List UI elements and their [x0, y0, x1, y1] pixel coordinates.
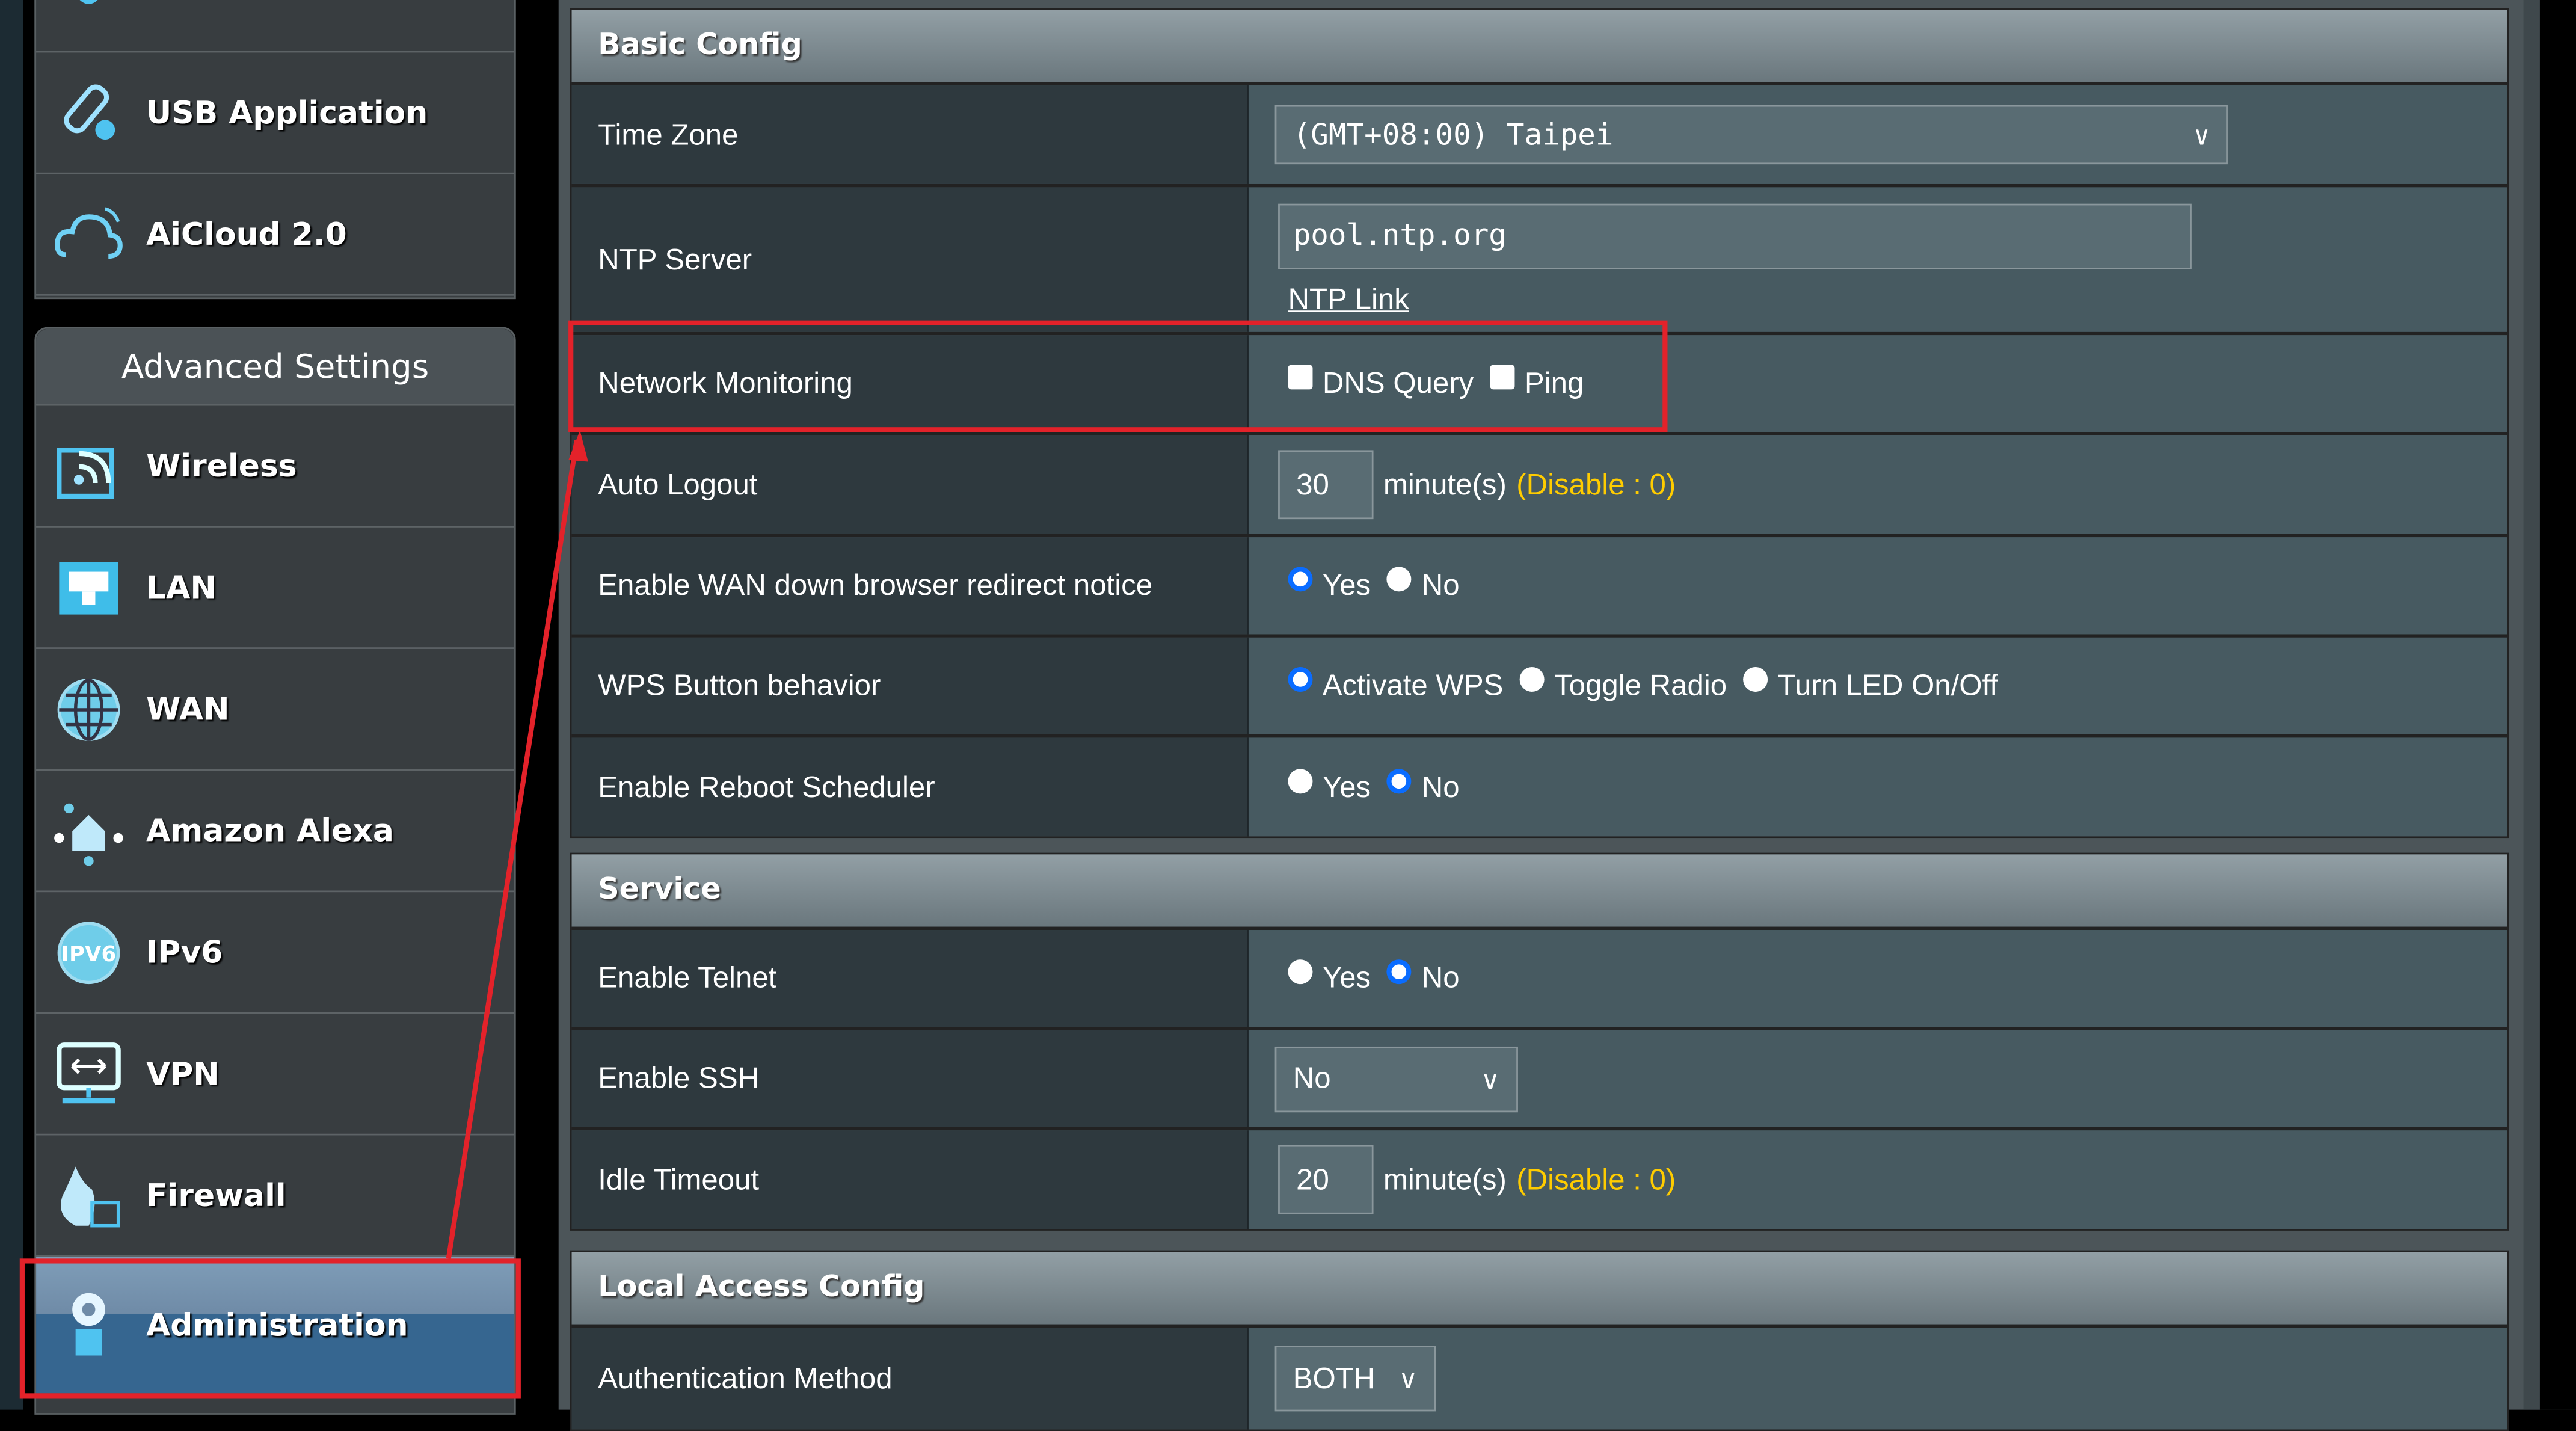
sidebar-item-label: Amazon Alexa [146, 813, 394, 850]
right-edge [2539, 0, 2576, 1410]
sidebar-item-wireless[interactable]: Wireless [36, 406, 514, 528]
advanced-settings-menu: Advanced Settings Wireless LAN WAN Amazo… [34, 327, 516, 1415]
telnet-yes-radio[interactable]: Yes [1288, 959, 1371, 996]
row-label: Network Monitoring [571, 335, 1249, 432]
row-label: Idle Timeout [571, 1130, 1249, 1229]
sidebar-item-label: Wireless [146, 448, 297, 485]
globe-icon [57, 679, 120, 741]
row-label: Auto Logout [571, 435, 1249, 534]
advanced-settings-title: Advanced Settings [36, 328, 514, 406]
sidebar-item-label: WAN [146, 691, 230, 728]
dns-query-checkbox[interactable]: DNS Query [1288, 365, 1474, 401]
sidebar-item-ipv6[interactable]: IPV6 IPv6 [36, 892, 514, 1014]
row-label: Enable Telnet [571, 930, 1249, 1027]
ssh-row: Enable SSH No ∨ [571, 1030, 2507, 1131]
network-monitoring-row: Network Monitoring DNS Query Ping [571, 335, 2507, 435]
sidebar-item-label: LAN [146, 570, 217, 606]
hint-label: (Disable : 0) [1516, 467, 1676, 500]
ipv6-icon: IPV6 [57, 922, 120, 985]
reboot-no-radio[interactable]: No [1387, 768, 1460, 804]
hint-label: (Disable : 0) [1516, 1162, 1676, 1196]
idle-timeout-input[interactable]: 20 [1278, 1145, 1374, 1214]
firewall-icon [61, 1166, 120, 1228]
row-label: NTP Server [571, 187, 1249, 332]
lan-icon [59, 562, 118, 615]
checkbox[interactable] [1288, 365, 1313, 390]
sidebar-item-network-map[interactable] [36, 0, 514, 53]
wps-activate-radio[interactable]: Activate WPS [1288, 666, 1503, 703]
sidebar-item-label: USB Application [146, 95, 428, 132]
chevron-down-icon: ∨ [1398, 1367, 1418, 1396]
checkbox[interactable] [1490, 365, 1515, 390]
ssh-select[interactable]: No ∨ [1274, 1045, 1518, 1112]
ntp-server-row: NTP Server pool.ntp.org NTP Link [571, 187, 2507, 336]
auto-logout-input[interactable]: 30 [1278, 450, 1374, 520]
cloud-icon [55, 207, 123, 259]
chevron-down-icon: ∨ [2193, 120, 2210, 152]
ping-checkbox[interactable]: Ping [1490, 365, 1584, 401]
basic-config-section: Basic Config Time Zone (GMT+08:00) Taipe… [570, 8, 2509, 839]
wps-button-row: WPS Button behavior Activate WPS Toggle … [571, 637, 2507, 738]
general-menu: USB Application AiCloud 2.0 [34, 0, 516, 300]
svg-text:IPV6: IPV6 [61, 942, 116, 967]
sidebar-item-label: IPv6 [146, 935, 223, 971]
wan-redirect-yes-radio[interactable]: Yes [1288, 567, 1371, 603]
reboot-yes-radio[interactable]: Yes [1288, 768, 1371, 804]
sidebar-item-lan[interactable]: LAN [36, 528, 514, 649]
section-title: Basic Config [571, 10, 2507, 86]
section-title: Local Access Config [571, 1252, 2507, 1328]
network-map-icon [79, 0, 98, 4]
sidebar-item-vpn[interactable]: VPN [36, 1014, 514, 1136]
wps-turn-led-radio[interactable]: Turn LED On/Off [1743, 666, 1998, 703]
alexa-icon [54, 803, 123, 866]
scroll-track [2523, 0, 2540, 1410]
unit-label: minute(s) [1383, 1162, 1507, 1196]
auto-logout-row: Auto Logout 30 minute(s) (Disable : 0) [571, 435, 2507, 538]
sidebar-item-aicloud[interactable]: AiCloud 2.0 [36, 174, 514, 296]
row-label: Enable Reboot Scheduler [571, 737, 1249, 837]
reboot-scheduler-row: Enable Reboot Scheduler Yes No [571, 737, 2507, 837]
telnet-no-radio[interactable]: No [1387, 959, 1460, 996]
chevron-down-icon: ∨ [1480, 1067, 1500, 1095]
sidebar-item-firewall[interactable]: Firewall [36, 1135, 514, 1257]
row-label: Time Zone [571, 85, 1249, 184]
sidebar-item-label: Firewall [146, 1178, 286, 1214]
sidebar-item-usb-application[interactable]: USB Application [36, 52, 514, 174]
auth-method-select[interactable]: BOTH ∨ [1274, 1346, 1436, 1412]
wps-toggle-radio-radio[interactable]: Toggle Radio [1519, 666, 1727, 703]
ntp-server-input[interactable]: pool.ntp.org [1278, 203, 2192, 269]
time-zone-select[interactable]: (GMT+08:00) Taipei ∨ [1274, 105, 2228, 165]
sidebar-item-label: AiCloud 2.0 [146, 217, 347, 253]
wan-redirect-no-radio[interactable]: No [1387, 567, 1460, 603]
row-label: Authentication Method [571, 1328, 1249, 1430]
auth-method-row: Authentication Method BOTH ∨ [571, 1328, 2507, 1430]
telnet-row: Enable Telnet Yes No [571, 930, 2507, 1030]
idle-timeout-row: Idle Timeout 20 minute(s) (Disable : 0) [571, 1130, 2507, 1229]
section-title: Service [571, 854, 2507, 931]
row-label: Enable SSH [571, 1030, 1249, 1127]
sidebar-item-label: Administration [146, 1308, 408, 1344]
time-zone-row: Time Zone (GMT+08:00) Taipei ∨ [571, 85, 2507, 188]
wan-redirect-row: Enable WAN down browser redirect notice … [571, 537, 2507, 638]
row-label: Enable WAN down browser redirect notice [571, 537, 1249, 635]
sidebar-item-label: VPN [146, 1056, 220, 1093]
vpn-icon [57, 1042, 121, 1104]
usb-icon [64, 84, 115, 140]
row-label: WPS Button behavior [571, 637, 1249, 734]
sidebar-item-wan[interactable]: WAN [36, 649, 514, 771]
wireless-icon [57, 448, 114, 499]
service-section: Service Enable Telnet Yes No Enable SSH … [570, 852, 2509, 1231]
admin-gear-icon [72, 1293, 105, 1356]
sidebar-item-administration[interactable]: Administration [36, 1257, 514, 1396]
sidebar-item-amazon-alexa[interactable]: Amazon Alexa [36, 771, 514, 893]
ntp-link[interactable]: NTP Link [1288, 282, 1409, 316]
unit-label: minute(s) [1383, 467, 1507, 500]
left-edge [0, 0, 23, 1410]
router-admin-page: USB Application AiCloud 2.0 Advanced Set… [0, 0, 2576, 1431]
local-access-section: Local Access Config Authentication Metho… [570, 1250, 2509, 1431]
